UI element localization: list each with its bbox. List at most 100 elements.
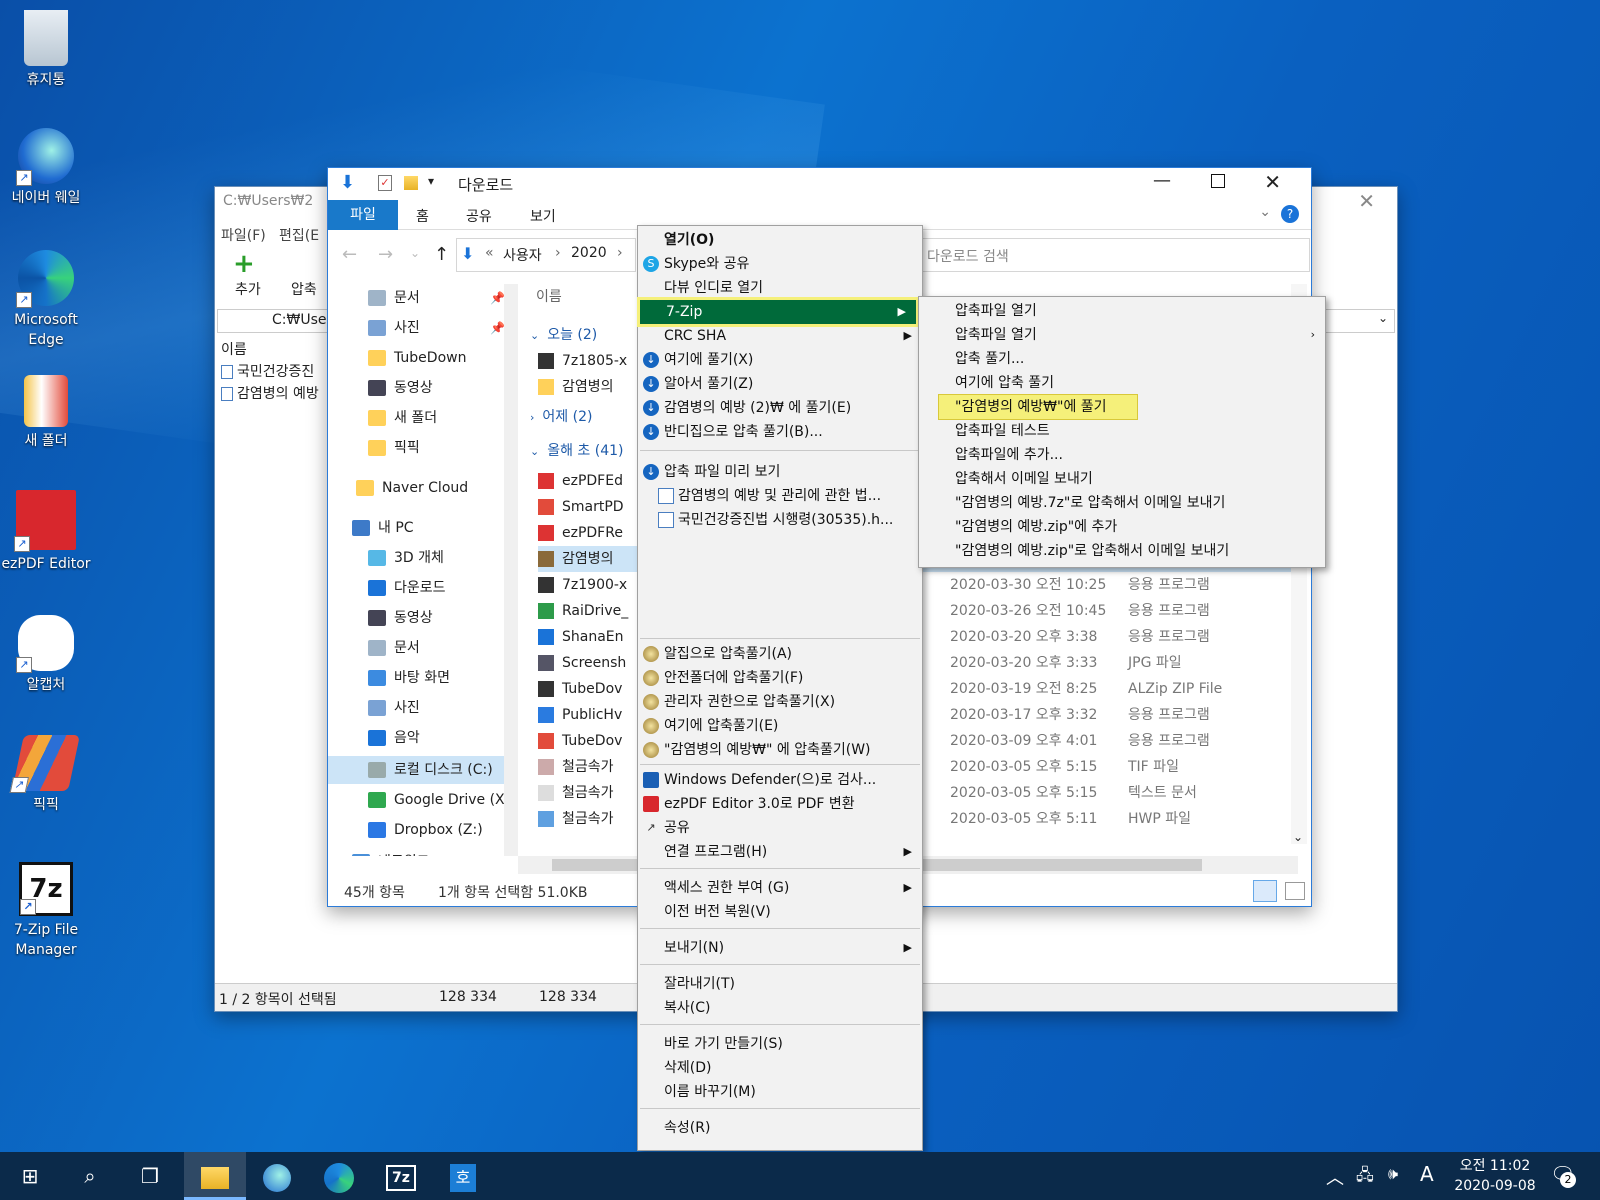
- desktop-icon-ezpdf[interactable]: ↗ ezPDF Editor: [0, 490, 92, 574]
- context-menu-item[interactable]: 이전 버전 복원(V): [638, 900, 922, 924]
- context-menu-item[interactable]: 바로 가기 만들기(S): [638, 1032, 922, 1056]
- taskbar-whale[interactable]: [246, 1152, 308, 1200]
- 7zip-file-row[interactable]: 국민건강증진: [221, 361, 314, 381]
- taskbar-hangul-app[interactable]: 호: [432, 1152, 494, 1200]
- context-menu-item[interactable]: ↓ 압축 파일 미리 보기: [638, 460, 922, 484]
- context-menu-item[interactable]: 다뷰 인디로 열기: [638, 276, 922, 300]
- taskbar-7zip[interactable]: 7z: [370, 1152, 432, 1200]
- nav-item[interactable]: 새 폴더: [368, 404, 437, 432]
- 7zip-extract-button[interactable]: 압축: [291, 279, 317, 299]
- folder-icon[interactable]: [404, 176, 418, 190]
- details-view-icon[interactable]: [1253, 880, 1277, 902]
- desktop-icon-recycle-bin[interactable]: 휴지통: [0, 10, 92, 90]
- tab-file[interactable]: 파일: [328, 200, 398, 230]
- context-menu-item[interactable]: 알집으로 압축풀기(A): [638, 642, 922, 666]
- group-header[interactable]: ⌄ 올해 초 (41): [530, 438, 624, 464]
- desktop-icon-whale[interactable]: ↗ 네이버 웨일: [0, 128, 92, 208]
- nav-item[interactable]: 다운로드: [368, 574, 446, 602]
- 7zip-menu-file[interactable]: 파일(F): [221, 225, 266, 245]
- search-input[interactable]: 다운로드 검색: [918, 238, 1310, 272]
- 7zip-add-button[interactable]: 추가: [235, 279, 261, 299]
- chevron-down-icon[interactable]: ⌄: [1259, 204, 1271, 220]
- nav-item[interactable]: 음악: [368, 724, 420, 752]
- task-view-button[interactable]: ❐: [120, 1152, 180, 1200]
- 7zip-submenu-item[interactable]: "감염병의 예방₩"에 풀기: [938, 394, 1138, 420]
- search-button[interactable]: ⌕: [60, 1152, 120, 1200]
- taskbar-edge[interactable]: [308, 1152, 370, 1200]
- nav-item[interactable]: 문서 📌: [368, 284, 504, 312]
- desktop-icon-alcapture[interactable]: ↗ 알캡처: [0, 615, 92, 695]
- close-icon[interactable]: ✕: [1358, 189, 1375, 213]
- show-hidden-icons[interactable]: ︿: [1326, 1164, 1344, 1190]
- tab-share[interactable]: 공유: [466, 206, 492, 226]
- desktop-icon-new-folder[interactable]: 새 폴더: [0, 375, 92, 451]
- context-menu-item[interactable]: "감염병의 예방₩" 에 압축풀기(W): [638, 738, 922, 762]
- context-menu-item[interactable]: 액세스 권한 부여 (G) ▶: [638, 876, 922, 900]
- up-icon[interactable]: ↑: [434, 244, 449, 265]
- volume-icon[interactable]: 🕪: [1388, 1164, 1398, 1184]
- nav-item[interactable]: 사진 📌: [368, 314, 504, 342]
- tab-home[interactable]: 홈: [416, 206, 429, 226]
- menu-open[interactable]: 열기(O): [638, 228, 922, 252]
- 7zip-submenu-item[interactable]: 압축 풀기...: [919, 347, 1325, 371]
- qat-dropdown-icon[interactable]: ▾: [428, 174, 434, 188]
- group-header[interactable]: ⌄ 오늘 (2): [530, 322, 597, 348]
- context-menu-item[interactable]: ↓ 반디집으로 압축 풀기(B)...: [638, 420, 922, 444]
- context-menu-item[interactable]: 복사(C): [638, 996, 922, 1020]
- context-menu-item[interactable]: ↓ 알아서 풀기(Z): [638, 372, 922, 396]
- breadcrumb[interactable]: ⬇ « 사용자 › 2020 ›: [456, 238, 636, 272]
- nav-item[interactable]: 바탕 화면: [368, 664, 450, 692]
- nav-item[interactable]: 동영상: [368, 604, 433, 632]
- recent-dropdown-icon[interactable]: ⌄: [410, 246, 420, 260]
- context-menu-item[interactable]: ↗ 공유: [638, 816, 922, 840]
- menu-7zip[interactable]: 7-Zip ▶: [637, 297, 919, 327]
- nav-item[interactable]: 3D 개체: [368, 544, 444, 572]
- context-menu-item[interactable]: 속성(R): [638, 1116, 922, 1140]
- 7zip-submenu-item[interactable]: 압축파일에 추가...: [919, 443, 1325, 467]
- breadcrumb-2020[interactable]: 2020: [571, 245, 607, 261]
- large-icons-view-icon[interactable]: [1285, 882, 1305, 900]
- context-menu-item[interactable]: ↓ 감염병의 예방 (2)₩ 에 풀기(E): [638, 396, 922, 420]
- nav-item[interactable]: Naver Cloud: [356, 474, 468, 502]
- nav-item[interactable]: 픽픽: [368, 434, 420, 462]
- 7zip-submenu-item[interactable]: 압축파일 열기 ›: [919, 323, 1325, 347]
- 7zip-submenu-item[interactable]: 여기에 압축 풀기: [919, 371, 1325, 395]
- 7zip-submenu-item[interactable]: 압축파일 열기: [919, 299, 1325, 323]
- back-icon[interactable]: ←: [342, 244, 357, 265]
- context-menu-item[interactable]: 여기에 압축풀기(E): [638, 714, 922, 738]
- tab-view[interactable]: 보기: [530, 206, 556, 226]
- context-menu-item[interactable]: S Skype와 공유: [638, 252, 922, 276]
- start-button[interactable]: ⊞: [0, 1152, 60, 1200]
- 7zip-submenu-item[interactable]: "감염병의 예방.zip"에 추가: [919, 515, 1325, 539]
- context-menu-item[interactable]: 감염병의 예방 및 관리에 관한 법...: [638, 484, 922, 508]
- nav-scrollbar[interactable]: [504, 284, 518, 856]
- minimize-icon[interactable]: —: [1153, 170, 1171, 191]
- context-menu-item[interactable]: 국민건강증진법 시행령(30535).h...: [638, 508, 922, 532]
- properties-icon[interactable]: ✓: [378, 175, 392, 191]
- nav-item[interactable]: 로컬 디스크 (C:): [328, 756, 504, 784]
- context-menu-item[interactable]: 안전폴더에 압축풀기(F): [638, 666, 922, 690]
- nav-item[interactable]: Dropbox (Z:): [368, 816, 483, 844]
- nav-item[interactable]: TubeDown: [368, 344, 466, 372]
- chevron-down-icon[interactable]: ⌄: [1293, 830, 1303, 844]
- 7zip-submenu-item[interactable]: "감염병의 예방.7z"로 압축해서 이메일 보내기: [919, 491, 1325, 515]
- help-icon[interactable]: ?: [1281, 205, 1299, 223]
- clock[interactable]: 오전 11:02 2020-09-08: [1450, 1156, 1540, 1196]
- group-header[interactable]: › 어제 (2): [530, 404, 592, 430]
- breadcrumb-users[interactable]: 사용자: [503, 245, 542, 265]
- nav-item[interactable]: 내 PC: [352, 514, 414, 542]
- desktop-icon-7zip[interactable]: 7z ↗ 7-Zip File Manager: [0, 862, 92, 960]
- nav-item[interactable]: 동영상: [368, 374, 433, 402]
- taskbar-explorer[interactable]: [184, 1152, 246, 1200]
- 7zip-file-row[interactable]: 감염병의 예방: [221, 383, 319, 403]
- maximize-icon[interactable]: [1211, 174, 1225, 188]
- col-header-name[interactable]: 이름: [536, 286, 562, 306]
- desktop-icon-picpick[interactable]: ↗ 픽픽: [0, 735, 92, 815]
- context-menu-item[interactable]: 삭제(D): [638, 1056, 922, 1080]
- desktop-icon-edge[interactable]: ↗ Microsoft Edge: [0, 250, 92, 350]
- forward-icon[interactable]: →: [378, 244, 393, 265]
- nav-item[interactable]: 네트워크: [352, 848, 430, 856]
- context-menu-item[interactable]: ↓ 여기에 풀기(X): [638, 348, 922, 372]
- context-menu-item[interactable]: 연결 프로그램(H) ▶: [638, 840, 922, 864]
- close-icon[interactable]: ✕: [1264, 170, 1281, 194]
